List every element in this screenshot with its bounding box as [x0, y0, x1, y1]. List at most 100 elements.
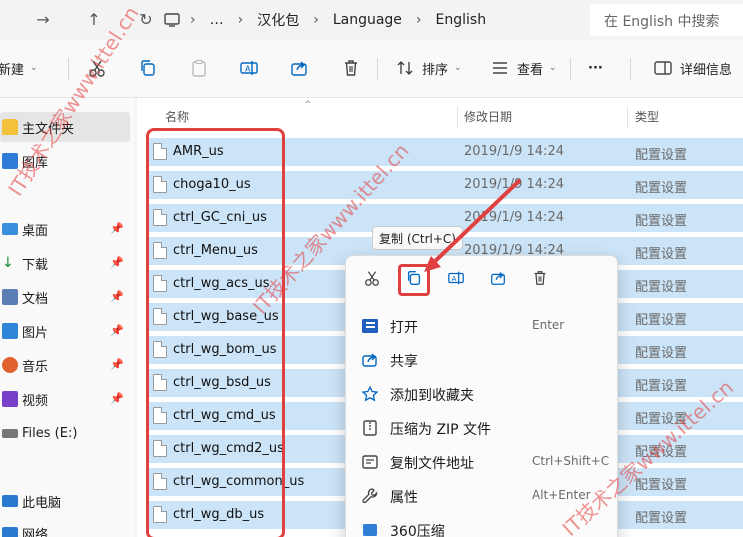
paste-button[interactable] [188, 54, 210, 82]
more-button[interactable]: ··· [588, 54, 603, 82]
search-input[interactable]: 在 English 中搜索 [590, 4, 743, 36]
sidebar-item-gallery[interactable]: 图库 [0, 146, 130, 176]
pin-icon[interactable]: 📌 [110, 290, 124, 303]
chevron-right-icon: › [313, 12, 319, 28]
sidebar-item-this-pc[interactable]: 此电脑 [0, 486, 130, 516]
column-header-type[interactable]: 类型 [635, 108, 659, 125]
trash-icon [340, 57, 362, 79]
pin-icon[interactable]: 📌 [110, 358, 124, 371]
rename-button[interactable]: A [440, 264, 472, 296]
divider [630, 58, 631, 80]
sidebar-item-documents[interactable]: 文档 📌 [0, 282, 130, 312]
forward-icon[interactable]: → [31, 8, 55, 32]
network-icon [2, 527, 18, 537]
sidebar-item-home[interactable]: 主文件夹 [0, 112, 130, 142]
sort-icon [394, 57, 416, 79]
share-button[interactable] [482, 264, 514, 296]
file-type: 配置设置 [635, 412, 688, 427]
pin-icon[interactable]: 📌 [110, 222, 124, 235]
delete-button[interactable] [340, 54, 362, 82]
chevron-right-icon: › [237, 12, 244, 28]
up-icon[interactable]: ↑ [82, 8, 106, 32]
copy-icon [405, 269, 423, 291]
breadcrumb-overflow[interactable]: … [210, 12, 224, 28]
document-icon [2, 289, 18, 305]
file-type: 配置设置 [635, 511, 688, 526]
svg-text:A: A [245, 65, 251, 74]
share-button[interactable] [288, 54, 310, 82]
column-header-name[interactable]: 名称 [165, 108, 189, 125]
monitor-icon[interactable] [160, 8, 184, 32]
menu-item-properties[interactable]: 属性 Alt+Enter [346, 479, 619, 513]
address-row: → ↑ ↻ › … › 汉化包 › Language › English 在 E… [0, 0, 743, 40]
pictures-icon [2, 323, 18, 339]
video-icon [2, 391, 18, 407]
breadcrumb-item[interactable]: Language [333, 12, 402, 28]
cut-button[interactable] [356, 264, 388, 296]
file-type: 配置设置 [635, 280, 688, 295]
open-icon [360, 317, 380, 335]
divider [68, 58, 69, 80]
details-pane-icon [652, 57, 674, 79]
file-type: 配置设置 [635, 181, 688, 196]
copy-path-icon [360, 453, 380, 471]
view-button[interactable]: 查看 ⌄ [489, 54, 557, 82]
sidebar-item-pictures[interactable]: 图片 📌 [0, 316, 130, 346]
pin-icon[interactable]: 📌 [110, 256, 124, 269]
share-icon [360, 351, 380, 369]
menu-item-360zip[interactable]: 360压缩 [346, 513, 619, 537]
sidebar-item-drive-e[interactable]: Files (E:) [0, 418, 130, 448]
sidebar-item-network[interactable]: 网络 [0, 518, 130, 537]
breadcrumb[interactable]: › … › 汉化包 › Language › English [190, 4, 582, 36]
scissors-icon [363, 269, 381, 291]
copy-button[interactable] [398, 264, 430, 296]
new-button[interactable]: 新建 ⌄ [0, 54, 38, 82]
sidebar-item-music[interactable]: 音乐 📌 [0, 350, 130, 380]
menu-item-share[interactable]: 共享 [346, 343, 619, 377]
file-type: 配置设置 [635, 214, 688, 229]
column-divider[interactable] [627, 106, 628, 128]
trash-icon [531, 269, 549, 291]
chevron-right-icon: › [190, 12, 196, 28]
zip-icon [360, 419, 380, 437]
file-type: 配置设置 [635, 148, 688, 163]
view-icon [489, 57, 511, 79]
refresh-icon[interactable]: ↻ [134, 8, 158, 32]
file-date: 2019/1/9 14:24 [464, 177, 564, 192]
rename-icon: A [447, 269, 465, 291]
sort-label: 排序 [422, 62, 449, 78]
column-header-date[interactable]: 修改日期 [464, 108, 512, 125]
column-divider[interactable] [457, 106, 458, 128]
menu-item-add-favorites[interactable]: 添加到收藏夹 [346, 377, 619, 411]
gallery-icon [2, 153, 18, 169]
copy-button[interactable] [137, 54, 159, 82]
details-button[interactable]: 详细信息 [652, 54, 732, 82]
chevron-down-icon: ⌄ [30, 63, 38, 73]
breadcrumb-item[interactable]: 汉化包 [257, 10, 299, 30]
rename-button[interactable]: A [238, 54, 260, 82]
navigation-pane: 主文件夹 图库 桌面 📌 ↓ 下载 📌 文档 📌 图片 📌 音乐 📌 视频 📌 … [0, 98, 135, 537]
breadcrumb-item[interactable]: English [436, 12, 487, 28]
archive-icon [360, 521, 380, 537]
sort-button[interactable]: 排序 ⌄ [394, 54, 462, 82]
sidebar-item-videos[interactable]: 视频 📌 [0, 384, 130, 414]
chevron-down-icon: ⌄ [549, 63, 557, 73]
delete-button[interactable] [524, 264, 556, 296]
share-icon [489, 269, 507, 291]
menu-item-compress-zip[interactable]: 压缩为 ZIP 文件 [346, 411, 619, 445]
sidebar-item-downloads[interactable]: ↓ 下载 📌 [0, 248, 130, 278]
drive-icon [2, 428, 18, 438]
pin-icon[interactable]: 📌 [110, 324, 124, 337]
sidebar-item-desktop[interactable]: 桌面 📌 [0, 214, 130, 244]
file-type: 配置设置 [635, 379, 688, 394]
selection-highlight-box [146, 128, 285, 537]
command-bar: 新建 ⌄ A 排序 ⌄ 查看 ⌄ ··· 详细信息 [0, 40, 743, 98]
menu-item-open[interactable]: 打开 Enter [346, 309, 619, 343]
pin-icon[interactable]: 📌 [110, 392, 124, 405]
file-type: 配置设置 [635, 445, 688, 460]
paste-icon [188, 57, 210, 79]
cut-button[interactable] [86, 54, 108, 82]
menu-item-copy-path[interactable]: 复制文件地址 Ctrl+Shift+C [346, 445, 619, 479]
divider [377, 58, 378, 80]
file-date: 2019/1/9 14:24 [464, 144, 564, 159]
